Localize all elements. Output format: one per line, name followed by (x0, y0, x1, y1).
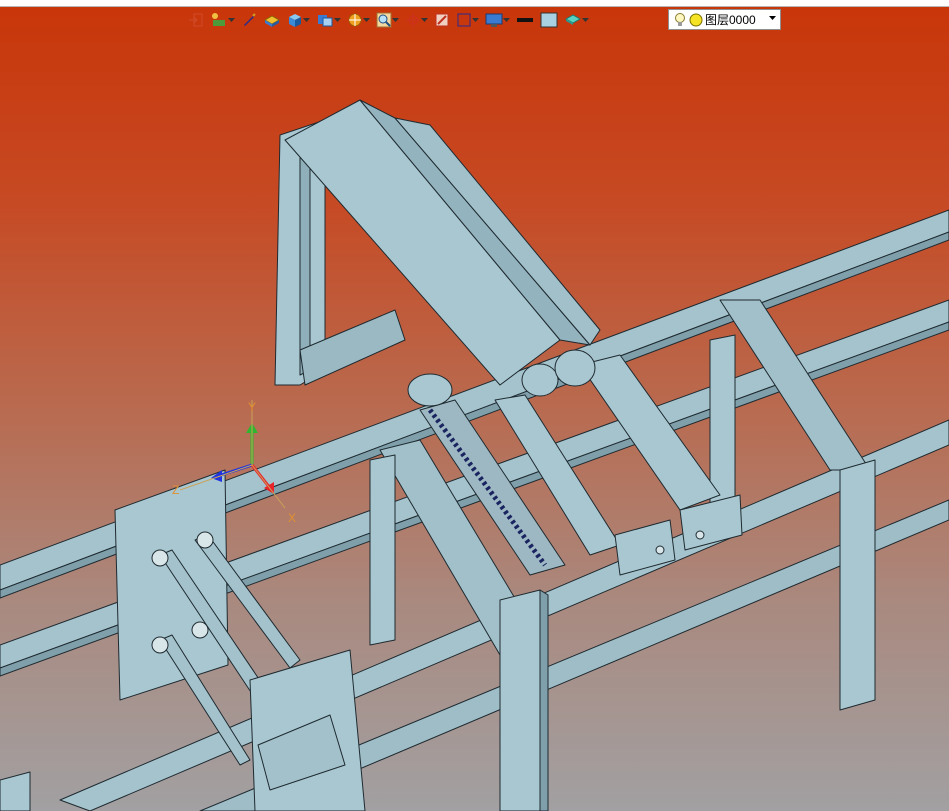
fill-color-icon (540, 12, 558, 28)
snap-target-button[interactable] (403, 10, 430, 30)
bracket-front (614, 519, 676, 576)
cad-model[interactable]: Y X Z (0, 0, 949, 811)
zoom-icon (376, 12, 392, 28)
view-toolbar (186, 9, 591, 31)
tree-filter-icon (212, 13, 225, 26)
layer-select[interactable]: 图层0000 (668, 9, 781, 30)
display-settings-icon (485, 13, 503, 27)
view-orient-button[interactable] (314, 10, 343, 30)
line-color-button[interactable] (514, 10, 536, 30)
axis-x-label: X (288, 511, 296, 525)
display-settings-button[interactable] (483, 10, 512, 30)
line-color-icon (517, 18, 533, 22)
view-orient-icon (318, 15, 333, 27)
3d-viewport[interactable]: Y X Z 图层0000 (0, 0, 949, 811)
material-button[interactable] (562, 10, 591, 30)
render-mode-button[interactable] (345, 10, 372, 30)
workplane-button[interactable] (454, 10, 481, 30)
dropdown-arrow-icon[interactable] (769, 16, 776, 21)
cube-view-icon (289, 14, 301, 27)
cube-view-button[interactable] (285, 10, 312, 30)
plate-left (114, 469, 229, 701)
chevron-down-icon[interactable] (582, 10, 589, 30)
section-icon (435, 13, 449, 27)
workplane-icon (457, 13, 471, 27)
material-icon (564, 14, 582, 25)
layer-box-icon (263, 15, 281, 27)
leg-right (839, 459, 876, 711)
axis-z-label: Z (172, 483, 179, 497)
chevron-down-icon[interactable] (472, 10, 479, 30)
pen-icon (244, 13, 256, 26)
render-mode-icon (348, 13, 362, 27)
exit-sketch-icon (189, 13, 203, 27)
chevron-down-icon[interactable] (421, 10, 428, 30)
title-bar (0, 0, 949, 7)
leg-mid (369, 454, 396, 646)
chevron-down-icon[interactable] (503, 10, 510, 30)
layer-box-button[interactable] (261, 10, 283, 30)
exit-sketch-button[interactable] (186, 10, 206, 30)
fill-color-button[interactable] (538, 10, 560, 30)
chevron-down-icon[interactable] (228, 10, 235, 30)
zoom-button[interactable] (374, 10, 401, 30)
tree-filter-button[interactable] (208, 10, 237, 30)
chevron-down-icon[interactable] (363, 10, 370, 30)
section-button[interactable] (432, 10, 452, 30)
layer-name: 图层0000 (705, 13, 756, 27)
snap-target-icon (406, 13, 420, 27)
chevron-down-icon[interactable] (334, 10, 341, 30)
lightbulb-icon (675, 12, 685, 26)
layer-color-dot (689, 13, 703, 26)
chevron-down-icon[interactable] (392, 10, 399, 30)
leg-front (499, 589, 541, 811)
pen-button[interactable] (239, 10, 259, 30)
chevron-down-icon[interactable] (303, 10, 310, 30)
axis-y-label: Y (248, 400, 256, 414)
window-title (0, 0, 212, 4)
